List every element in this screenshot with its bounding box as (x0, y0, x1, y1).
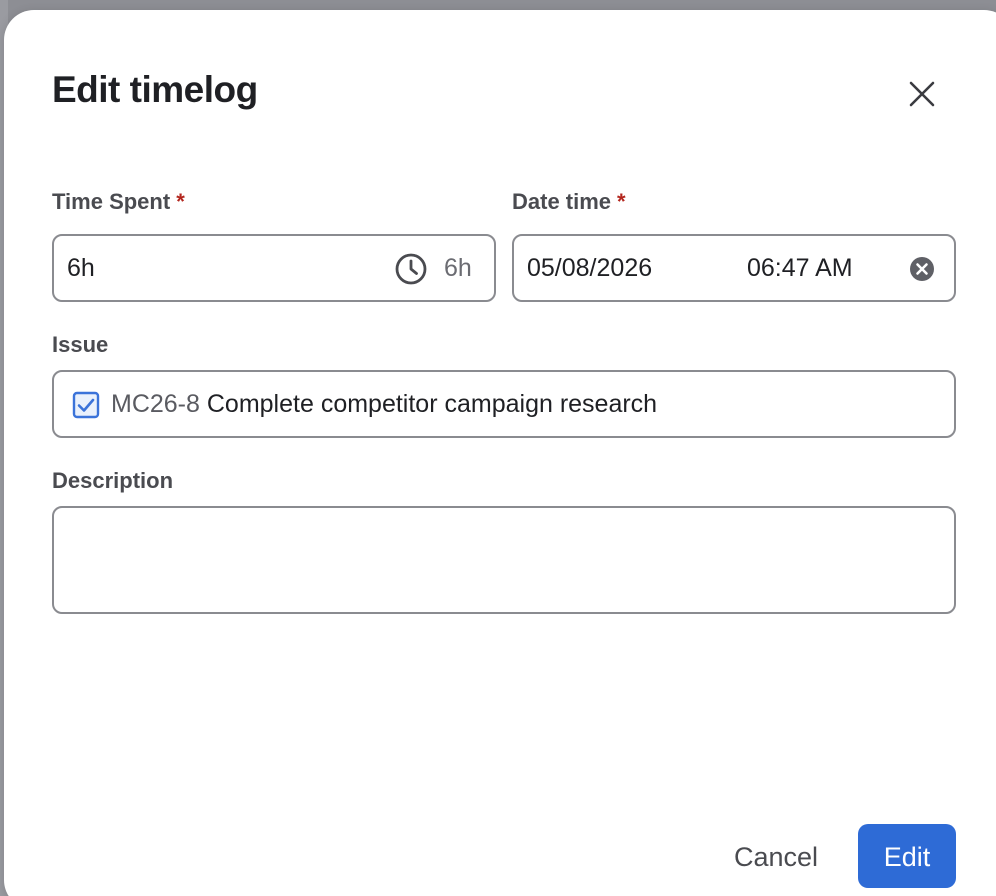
time-value[interactable]: 06:47 AM (747, 252, 853, 284)
issue-select[interactable]: MC26-8 Complete competitor campaign rese… (52, 370, 956, 438)
issue-summary: Complete competitor campaign research (206, 390, 658, 418)
clock-icon (395, 253, 427, 285)
description-textarea[interactable] (52, 506, 956, 614)
edit-timelog-dialog: Edit timelog Time Spent * 6h 6h Date time… (4, 10, 996, 896)
dialog-title: Edit timelog (52, 69, 258, 110)
date-time-label-text: Date time (512, 189, 612, 214)
description-label: Description (52, 468, 174, 493)
clear-circle-icon[interactable] (909, 256, 935, 282)
time-spent-value: 6h (67, 254, 95, 282)
issue-label: Issue (52, 332, 109, 357)
edit-button[interactable]: Edit (858, 824, 956, 888)
issue-text: MC26-8 Complete competitor campaign rese… (111, 388, 657, 420)
time-spent-input[interactable]: 6h 6h (52, 234, 496, 302)
required-mark: * (617, 189, 626, 214)
date-value[interactable]: 05/08/2026 (527, 252, 652, 284)
time-spent-label: Time Spent * (52, 188, 185, 216)
checkbox-checked-icon (72, 391, 100, 419)
time-spent-suffix: 6h (444, 254, 472, 282)
close-button[interactable] (902, 74, 942, 114)
date-time-label: Date time * (512, 188, 626, 216)
close-icon (909, 81, 935, 107)
date-time-input[interactable]: 05/08/2026 06:47 AM (512, 234, 956, 302)
required-mark: * (176, 189, 185, 214)
cancel-button[interactable]: Cancel (716, 824, 836, 888)
time-spent-label-text: Time Spent (52, 189, 171, 214)
issue-key: MC26-8 (111, 390, 200, 418)
